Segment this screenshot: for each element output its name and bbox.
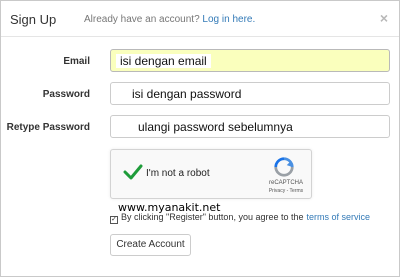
login-link[interactable]: Log in here. xyxy=(202,14,255,25)
close-icon[interactable]: × xyxy=(380,10,388,26)
email-label: Email xyxy=(63,56,90,67)
agree-checkbox[interactable]: ✓ xyxy=(110,216,118,224)
modal-title: Sign Up xyxy=(10,12,57,27)
recaptcha-logo-icon xyxy=(274,157,294,177)
password-label: Password xyxy=(42,89,90,100)
email-value: isi dengan email xyxy=(116,54,211,68)
recaptcha-brand: reCAPTCHA xyxy=(268,180,303,186)
modal-header: Sign Up Already have an account? Log in … xyxy=(1,1,399,37)
checkmark-icon[interactable] xyxy=(123,162,143,182)
email-field[interactable]: isi dengan email xyxy=(110,49,390,72)
login-prompt-text: Already have an account? xyxy=(84,14,200,25)
terms-agreement: ✓ By clicking "Register" button, you agre… xyxy=(110,212,371,224)
retype-password-label: Retype Password xyxy=(6,122,90,133)
not-robot-label: I'm not a robot xyxy=(146,168,210,179)
retype-password-value: ulangi password sebelumnya xyxy=(138,120,293,134)
password-field[interactable]: isi dengan password xyxy=(110,82,390,105)
create-account-button[interactable]: Create Account xyxy=(110,234,191,256)
terms-link[interactable]: terms of service xyxy=(307,212,371,222)
signup-modal: Sign Up Already have an account? Log in … xyxy=(0,0,400,277)
login-prompt: Already have an account? Log in here. xyxy=(84,14,255,25)
recaptcha-links[interactable]: Privacy - Terms xyxy=(261,188,311,194)
password-value: isi dengan password xyxy=(132,87,242,101)
agree-text: By clicking "Register" button, you agree… xyxy=(121,212,304,222)
retype-password-field[interactable]: ulangi password sebelumnya xyxy=(110,115,390,138)
recaptcha-widget: I'm not a robot reCAPTCHA Privacy - Term… xyxy=(110,149,312,199)
